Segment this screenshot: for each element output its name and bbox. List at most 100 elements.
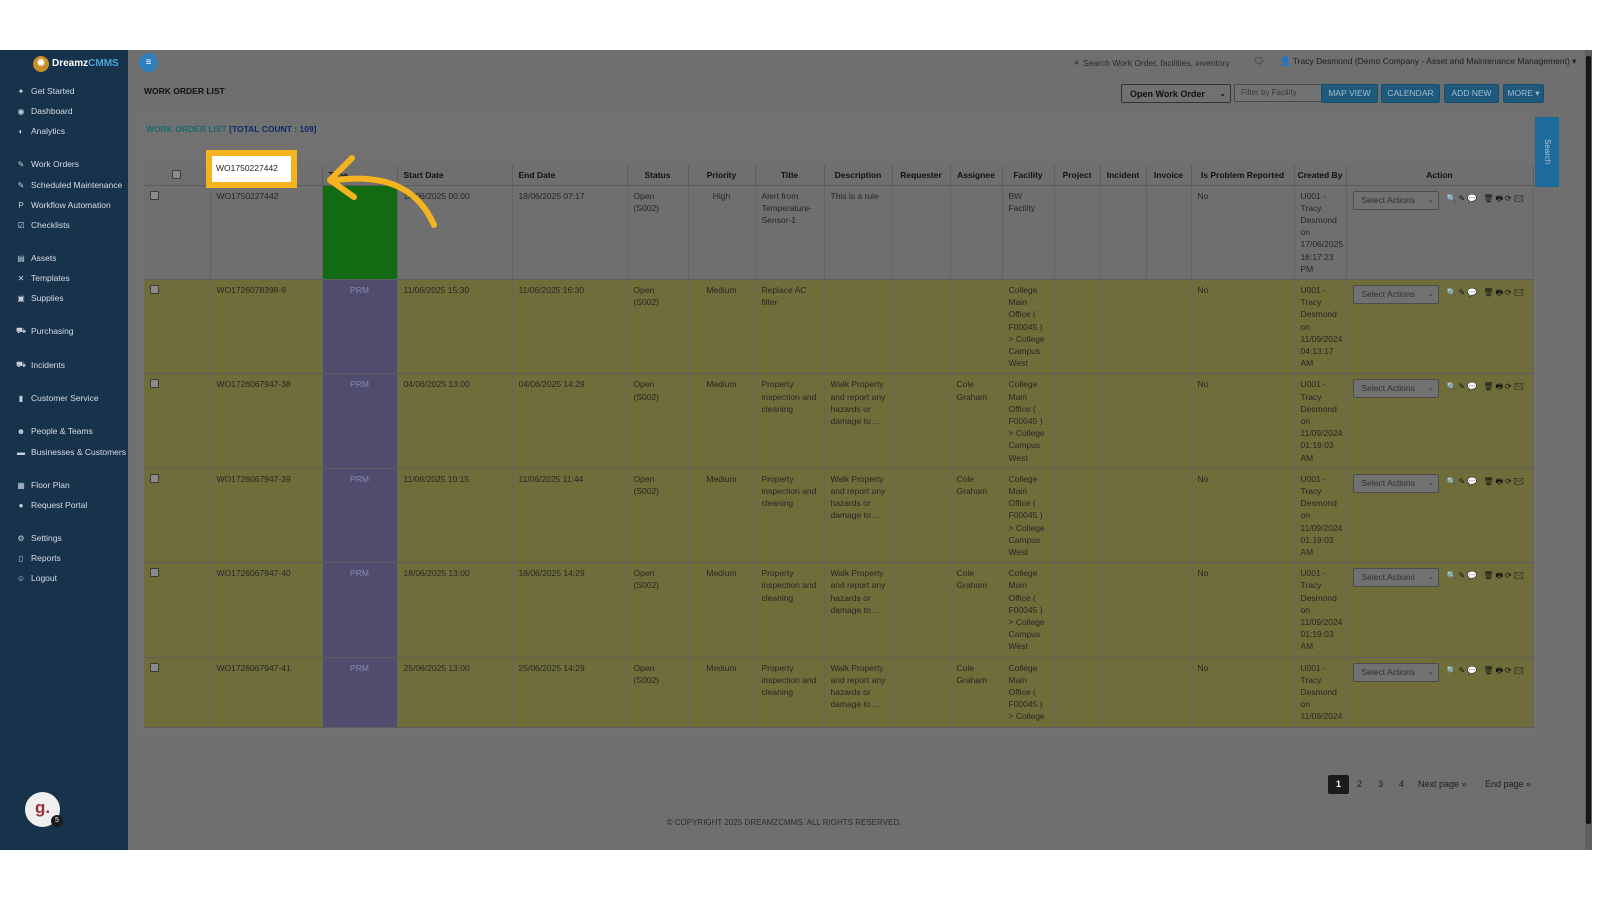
cell-wo[interactable]: WO1726067947-39 <box>210 468 323 564</box>
brand-logo[interactable]: ✹ Dreamz CMMS <box>0 50 128 77</box>
column-header-assignee[interactable]: Assignee <box>950 165 1003 186</box>
column-header-label: Assignee <box>957 169 995 180</box>
sidebar-item-label: Logout <box>31 573 57 583</box>
select-actions-dropdown[interactable]: Select Actions ⌄ <box>1352 190 1439 210</box>
column-header-title[interactable]: Title <box>755 165 825 186</box>
cell-status: Open (S002) <box>627 373 689 469</box>
column-header-select[interactable] <box>144 165 211 186</box>
row-action-icons[interactable]: 🔍✎💬 🗑🖶⟳✉ <box>1447 476 1526 488</box>
sidebar-item-incidents[interactable]: ⛟ Incidents <box>16 359 65 371</box>
add-new-button[interactable]: ADD NEW <box>1444 84 1499 103</box>
select-actions-dropdown[interactable]: Select Actions ⌄ <box>1352 662 1439 682</box>
user-menu[interactable]: 👤 Tracy Desmond (Demo Company - Asset an… <box>1280 56 1576 67</box>
sidebar-item-floor-plan[interactable]: ▦ Floor Plan <box>16 479 70 491</box>
table-row[interactable]: WO1726067947-40 PRM 18/06/2025 13:00 18/06/… <box>144 562 1534 658</box>
cell-requester <box>892 468 951 564</box>
cell-priority: Medium <box>688 373 756 469</box>
row-action-icons[interactable]: 🔍✎💬 🗑🖶⟳✉ <box>1447 665 1526 677</box>
sidebar-item-label: Supplies <box>31 293 64 303</box>
row-checkbox[interactable] <box>150 662 159 672</box>
sidebar-item-analytics[interactable]: ◐ Analytics <box>16 125 65 137</box>
sidebar-item-people-teams[interactable]: ☻ People & Teams <box>16 425 93 437</box>
sidebar-item-purchasing[interactable]: ⛟ Purchasing <box>16 325 74 337</box>
column-header-description[interactable]: Description <box>824 165 893 186</box>
column-header-end-date[interactable]: End Date <box>512 165 628 186</box>
global-search[interactable]: ⌕ Search Work Order, facilities, invento… <box>1074 56 1242 69</box>
end-page-link[interactable]: End page » <box>1485 775 1531 794</box>
row-checkbox[interactable] <box>150 473 159 483</box>
select-all-checkbox[interactable] <box>172 169 182 179</box>
chat-icon[interactable]: 🗨 <box>1253 56 1264 67</box>
column-header-invoice[interactable]: Invoice <box>1146 165 1192 186</box>
page-scrollbar-thumb[interactable] <box>1586 56 1591 824</box>
cell-wo[interactable]: WO1726067947-40 <box>210 562 323 658</box>
column-header-label: Created By <box>1297 169 1343 180</box>
cell-wo[interactable]: WO1726067947-38 <box>210 373 323 469</box>
select-actions-dropdown[interactable]: Select Actions ⌄ <box>1352 379 1439 399</box>
avatar[interactable]: g. 5 <box>25 792 63 827</box>
page-4-button[interactable]: 4 <box>1391 775 1412 794</box>
cell-wo[interactable]: WO1726078398-9 <box>210 279 323 375</box>
column-header-incident[interactable]: Incident <box>1100 165 1147 186</box>
more-button[interactable]: MORE ▾ <box>1503 84 1544 103</box>
sidebar-item-dashboard[interactable]: ◉ Dashboard <box>16 105 73 117</box>
row-action-icons[interactable]: 🔍✎💬 🗑🖶⟳✉ <box>1447 287 1526 299</box>
column-header-action[interactable]: Action <box>1346 165 1534 186</box>
row-checkbox[interactable] <box>150 284 159 294</box>
sidebar-item-label: Purchasing <box>31 326 74 336</box>
sidebar-item-label: Reports <box>31 553 61 563</box>
next-page-link[interactable]: Next page » <box>1418 775 1467 794</box>
sidebar-item-templates[interactable]: ✕ Templates <box>16 272 70 284</box>
sidebar-item-work-orders[interactable]: ✎ Work Orders <box>16 158 79 170</box>
sidebar-item-workflow-automation[interactable]: P Workflow Automation <box>16 199 110 211</box>
page-1-button[interactable]: 1 <box>1328 775 1349 794</box>
dashboard-icon: ◉ <box>17 106 25 116</box>
sidebar-item-checklists[interactable]: ☑ Checklists <box>16 219 69 231</box>
cell-wo[interactable]: WO1726067947-41 <box>210 657 323 728</box>
page-2-button[interactable]: 2 <box>1349 775 1370 794</box>
sidebar-item-assets[interactable]: ▤ Assets <box>16 252 56 264</box>
column-header-label: Incident <box>1106 169 1140 180</box>
sidebar-item-logout[interactable]: ☺ Logout <box>16 572 57 584</box>
sidebar-item-businesses-customers[interactable]: ▬ Businesses & Customers <box>16 446 126 458</box>
row-action-icons[interactable]: 🔍✎💬 🗑🖶⟳✉ <box>1447 381 1526 393</box>
sidebar-item-supplies[interactable]: ▣ Supplies <box>16 292 64 304</box>
column-header-created-by[interactable]: Created By <box>1294 165 1347 186</box>
map-view-button[interactable]: MAP VIEW <box>1321 84 1378 103</box>
work-order-filter-select[interactable]: Open Work Order ⌄ <box>1121 84 1231 103</box>
row-checkbox[interactable] <box>150 190 159 200</box>
sidebar-item-reports[interactable]: ▯ Reports <box>16 552 61 564</box>
search-side-tab[interactable]: Search <box>1535 117 1559 187</box>
column-header-project[interactable]: Project <box>1054 165 1101 186</box>
cell-desc: This is a rule <box>824 185 893 280</box>
row-action-icons[interactable]: 🔍✎💬 🗑🖶⟳✉ <box>1447 193 1526 205</box>
table-row[interactable]: WO1726078398-9 PRM 11/06/2025 15:30 11/06/2… <box>144 279 1534 375</box>
row-checkbox[interactable] <box>150 568 159 578</box>
column-header-facility[interactable]: Facility <box>1002 165 1055 186</box>
column-header-requester[interactable]: Requester <box>892 165 951 186</box>
global-search-input[interactable]: Search Work Order, facilities, inventory <box>1083 58 1230 68</box>
table-row[interactable]: WO1726067947-39 PRM 11/06/2025 10:15 11/06/… <box>144 468 1534 564</box>
select-actions-label: Select Actions <box>1361 383 1415 394</box>
menu-toggle-icon[interactable]: ≡ <box>139 53 158 72</box>
sidebar-item-get-started[interactable]: ✦ Get Started <box>16 85 75 97</box>
select-actions-dropdown[interactable]: Select Actions ⌄ <box>1352 568 1439 588</box>
table-row[interactable]: WO1726067947-38 PRM 04/06/2025 13:00 04/06/… <box>144 373 1534 469</box>
column-header-is-problem-reported[interactable]: Is Problem Reported <box>1191 165 1295 186</box>
sidebar-item-scheduled-maintenance[interactable]: ✎ Scheduled Maintenance <box>16 179 123 191</box>
sidebar-item-customer-service[interactable]: ▮ Customer Service <box>16 392 99 404</box>
cell-wo[interactable]: WO1750227442 <box>210 185 323 280</box>
row-action-icons[interactable]: 🔍✎💬 🗑🖶⟳✉ <box>1447 570 1526 582</box>
select-actions-dropdown[interactable]: Select Actions ⌄ <box>1352 473 1439 493</box>
calendar-button[interactable]: CALENDAR <box>1381 84 1440 103</box>
cell-title: Property inspection and cleaning <box>755 468 825 564</box>
row-checkbox[interactable] <box>150 379 159 389</box>
table-row[interactable]: WO1726067947-41 PRM 25/06/2025 13:00 25/06/… <box>144 657 1534 728</box>
column-header-status[interactable]: Status <box>627 165 689 186</box>
select-actions-dropdown[interactable]: Select Actions ⌄ <box>1352 284 1439 304</box>
row-actions: Select Actions ⌄ 🔍✎💬 🗑🖶⟳✉ <box>1346 185 1534 280</box>
sidebar-item-request-portal[interactable]: ● Request Portal <box>16 499 88 511</box>
page-3-button[interactable]: 3 <box>1370 775 1391 794</box>
sidebar-item-settings[interactable]: ⚙ Settings <box>16 532 61 544</box>
column-header-priority[interactable]: Priority <box>688 165 756 186</box>
